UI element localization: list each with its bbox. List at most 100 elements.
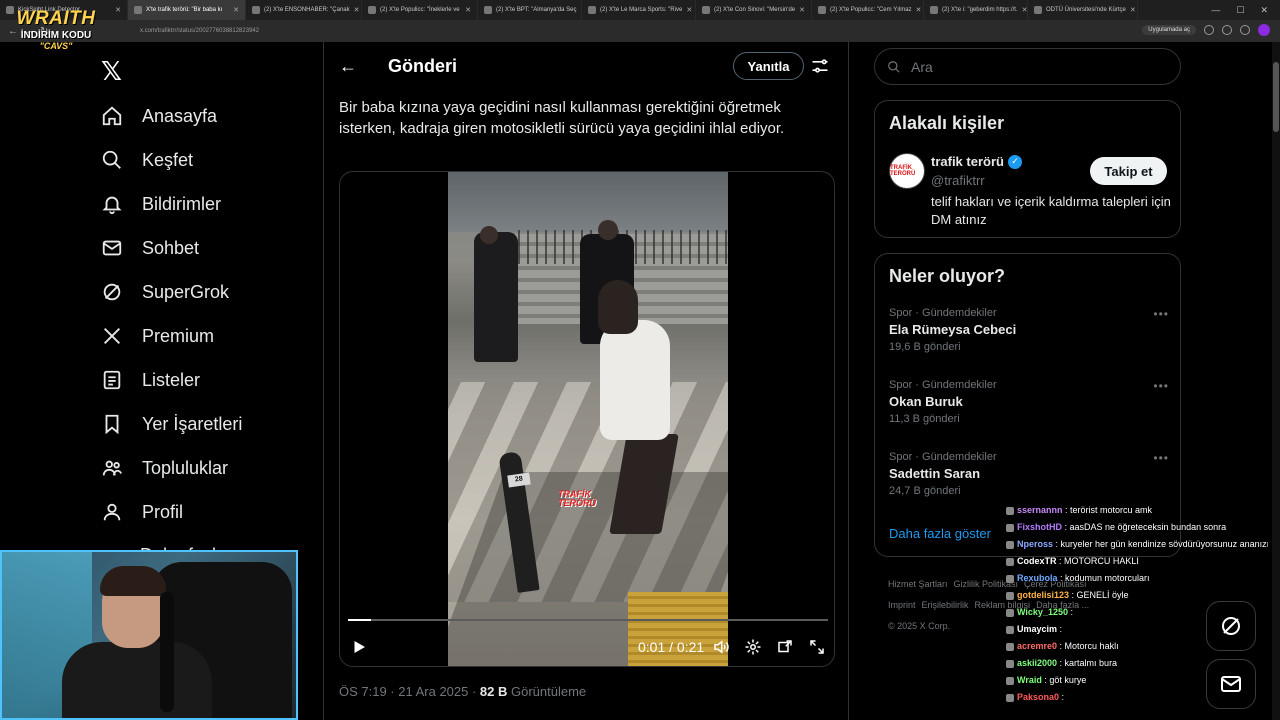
browser-tab[interactable]: ODTÜ Üniversitesi'nde Kürtçe ✕ [1028, 0, 1138, 20]
tab-close-icon[interactable]: ✕ [799, 6, 805, 14]
chat-username[interactable]: Wicky_1250 [1017, 607, 1068, 617]
sidebar-item-search[interactable]: Keşfet [100, 143, 193, 177]
show-more-link[interactable]: Daha fazla göster [889, 526, 991, 541]
browser-tab[interactable]: (2) X'te Le Marca Sports: "Rive ✕ [582, 0, 696, 20]
chat-username[interactable]: FixshotHD [1017, 522, 1062, 532]
open-in-app-button[interactable]: Uygulamada aç [1142, 25, 1196, 35]
tab-close-icon[interactable]: ✕ [916, 6, 922, 14]
tab-label: (2) X'te Populicc: "İneklerle ve [380, 7, 460, 13]
footer-link[interactable]: Erişilebilirlik [922, 600, 969, 610]
trend-item[interactable]: Spor · Gündemdekiler Okan Buruk 11,3 B gön… [889, 379, 1169, 425]
x-icon [100, 324, 124, 348]
back-arrow-icon[interactable]: ← [338, 56, 358, 76]
chat-message: Npeross : kuryeler her gün kendinize söv… [1006, 536, 1268, 553]
extensions-icon[interactable] [1240, 25, 1250, 35]
reply-button[interactable]: Yanıtla [733, 52, 804, 80]
chat-username[interactable]: gotdelisi123 [1017, 590, 1069, 600]
chat-username[interactable]: CodexTR [1017, 556, 1057, 566]
chat-username[interactable]: Rexubola [1017, 573, 1058, 583]
sidebar-item-grok[interactable]: SuperGrok [100, 275, 229, 309]
trend-category: Spor · Gündemdekiler [889, 379, 997, 391]
bell-icon [100, 192, 124, 216]
chat-badge-icon [1006, 540, 1014, 549]
sidebar-item-label: Listeler [142, 369, 201, 390]
x-logo-icon[interactable]: 𝕏 [101, 56, 122, 87]
avatar[interactable]: TRAFİK TERÖRÜ [889, 153, 925, 189]
related-title: Alakalı kişiler [889, 113, 1005, 133]
sidebar-item-list[interactable]: Listeler [100, 363, 200, 397]
tab-close-icon[interactable]: ✕ [1022, 6, 1027, 14]
footer-link[interactable]: © 2025 X Corp. [888, 621, 950, 631]
tab-close-icon[interactable]: ✕ [686, 6, 692, 14]
search-box[interactable] [874, 48, 1181, 85]
sidebar-item-people[interactable]: Topluluklar [100, 451, 228, 485]
related-user-name[interactable]: trafik terörü ✓ [931, 154, 1022, 169]
sidebar-item-mail[interactable]: Sohbet [100, 231, 199, 265]
trend-item[interactable]: Spor · Gündemdekiler Sadettin Saran 24,7 B… [889, 451, 1169, 497]
tab-favicon-icon [1034, 6, 1042, 14]
chat-username[interactable]: Npeross [1017, 539, 1053, 549]
minimize-icon[interactable]: — [1211, 5, 1220, 15]
play-icon[interactable] [348, 636, 370, 658]
sidebar-item-home[interactable]: Anasayfa [100, 99, 217, 133]
browser-tab[interactable]: X'te trafik terörü: "Bir baba kı ✕ [128, 0, 246, 20]
post-timestamp[interactable]: ÖS 7:19 · 21 Ara 2025 · [339, 684, 480, 699]
tab-close-icon[interactable]: ✕ [115, 6, 121, 14]
sidebar-item-label: Keşfet [142, 149, 194, 170]
follow-button[interactable]: Takip et [1090, 157, 1167, 185]
trend-item[interactable]: Spor · Gündemdekiler Ela Rümeysa Cebeci 19… [889, 307, 1169, 353]
pip-icon[interactable] [774, 636, 796, 658]
browser-tab[interactable]: (2) X'te i: "geberdim https://t. ✕ [924, 0, 1028, 20]
volume-icon[interactable] [710, 636, 732, 658]
browser-tab[interactable]: (2) X'te ENSONHABER: "Çanak ✕ [246, 0, 362, 20]
profile-avatar[interactable] [1258, 24, 1270, 36]
browser-tab[interactable]: (2) X'te Con Sinovi: "Mersin'de ✕ [696, 0, 812, 20]
tab-label: (2) X'te ENSONHABER: "Çanak [264, 7, 350, 13]
footer-link[interactable]: Imprint [888, 600, 916, 610]
tab-close-icon[interactable]: ✕ [1130, 6, 1136, 14]
sidebar-item-bookmark[interactable]: Yer İşaretleri [100, 407, 242, 441]
zoom-icon[interactable] [1204, 25, 1214, 35]
filter-settings-icon[interactable] [810, 56, 830, 76]
more-options-icon[interactable]: ••• [1153, 379, 1169, 393]
sidebar-item-person[interactable]: Profil [100, 495, 183, 529]
maximize-icon[interactable]: ☐ [1236, 5, 1244, 16]
browser-tab[interactable]: (2) X'te Populicc: "Cem Yılmaz ✕ [812, 0, 924, 20]
footer-link[interactable]: Hizmet Şartları [888, 579, 948, 589]
chat-text: : kodumun motorcuları [1057, 573, 1150, 583]
more-options-icon[interactable]: ••• [1153, 307, 1169, 321]
video-progress-bar[interactable] [348, 619, 828, 621]
fullscreen-icon[interactable] [806, 636, 828, 658]
related-user-handle[interactable]: @trafiktrr [931, 173, 985, 188]
more-options-icon[interactable]: ••• [1153, 451, 1169, 465]
trend-count: 19,6 B gönderi [889, 341, 961, 353]
browser-tab[interactable]: (2) X'te Populicc: "İneklerle ve ✕ [362, 0, 478, 20]
chat-username[interactable]: Wraid [1017, 675, 1042, 685]
tab-close-icon[interactable]: ✕ [233, 6, 239, 14]
browser-tab-bar: KickSight Link Detector ✕ X'te trafik terö… [0, 0, 1280, 20]
star-icon[interactable] [1222, 25, 1232, 35]
video-player[interactable]: 28 TRAFİK TERÖRÜ 0:01 / 0:21 [339, 171, 835, 667]
chat-message: acremre0 : Motorcu haklı [1006, 638, 1268, 655]
chat-username[interactable]: acremre0 [1017, 641, 1057, 651]
person-icon [100, 500, 124, 524]
sidebar-item-bell[interactable]: Bildirimler [100, 187, 221, 221]
browser-tab[interactable]: (2) X'te BPT: "Almanya'da Seç✕ [478, 0, 582, 20]
chat-username[interactable]: askii2000 [1017, 658, 1057, 668]
tab-close-icon[interactable]: ✕ [354, 6, 360, 14]
scroll-thumb[interactable] [1273, 62, 1279, 132]
chat-text: : terörist motorcu amk [1062, 505, 1153, 515]
chat-message: Wicky_1250 : [1006, 604, 1268, 621]
search-input[interactable] [911, 58, 1151, 75]
close-icon[interactable]: ✕ [1260, 5, 1268, 16]
tab-close-icon[interactable]: ✕ [465, 6, 471, 14]
chat-username[interactable]: Paksona0 [1017, 692, 1059, 702]
gear-icon[interactable] [742, 636, 764, 658]
chat-username[interactable]: Umaycim [1017, 624, 1057, 634]
tab-favicon-icon [484, 6, 492, 14]
sidebar-item-x[interactable]: Premium [100, 319, 214, 353]
url-field[interactable]: x.com/trafiktrr/status/20027760388128239… [140, 28, 259, 34]
page-scrollbar[interactable] [1272, 42, 1280, 720]
chat-username[interactable]: ssernannn [1017, 505, 1063, 515]
tab-label: ODTÜ Üniversitesi'nde Kürtçe [1046, 7, 1126, 13]
